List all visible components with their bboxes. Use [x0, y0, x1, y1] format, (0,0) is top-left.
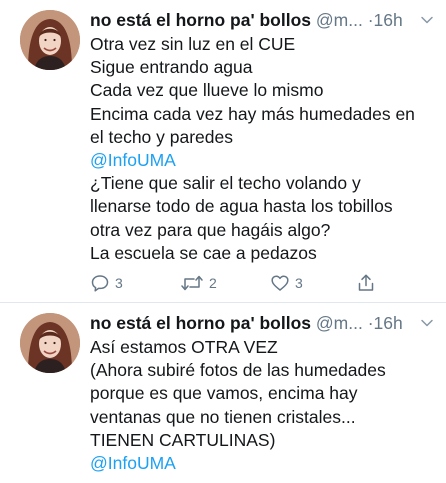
tweet-text: Así estamos OTRA VEZ (Ahora subiré fotos…: [90, 336, 440, 475]
like-count: 3: [295, 275, 303, 291]
author-name[interactable]: no está el horno pa' bollos: [90, 10, 311, 30]
text-line: el techo y paredes: [90, 126, 234, 147]
tweet-text: Otra vez sin luz en el CUE Sigue entrand…: [90, 33, 440, 265]
retweet-count: 2: [209, 275, 217, 291]
text-line: Cada vez que llueve lo mismo: [90, 80, 324, 101]
text-line: ¿Tiene que salir el techo volando y: [90, 173, 361, 194]
text-line: porque es que vamos, encima hay: [90, 383, 358, 404]
avatar[interactable]: [20, 10, 80, 70]
timestamp[interactable]: 16h: [374, 313, 403, 333]
text-line: TIENEN CARTULINAS): [90, 429, 276, 450]
tweet[interactable]: no está el horno pa' bollos @m... ·16h O…: [0, 0, 446, 302]
tweet-header: no está el horno pa' bollos @m... ·16h: [90, 312, 438, 334]
timestamp[interactable]: 16h: [374, 10, 403, 30]
author-name[interactable]: no está el horno pa' bollos: [90, 313, 311, 333]
author-handle[interactable]: @m...: [316, 10, 363, 30]
text-line: Así estamos OTRA VEZ: [90, 337, 278, 357]
reply-count: 3: [115, 275, 123, 291]
chevron-down-icon[interactable]: [420, 13, 434, 27]
tweet-header: no está el horno pa' bollos @m... ·16h: [90, 9, 438, 31]
heart-icon: [271, 275, 289, 291]
text-line: otra vez para que hagáis algo?: [90, 219, 331, 240]
avatar[interactable]: [20, 313, 80, 373]
retweet-icon: [181, 275, 203, 291]
avatar-photo: [20, 313, 80, 373]
like-button[interactable]: 3: [270, 272, 303, 294]
chevron-down-icon[interactable]: [420, 316, 434, 330]
text-line: ventanas que no tienen cristales...: [90, 406, 356, 427]
tweet[interactable]: no está el horno pa' bollos @m... ·16h A…: [0, 303, 446, 483]
mention-link[interactable]: @InfoUMA: [90, 452, 440, 475]
text-line: La escuela se cae a pedazos: [90, 242, 317, 263]
share-button[interactable]: [356, 272, 376, 294]
retweet-button[interactable]: 2: [180, 272, 217, 294]
reply-icon: [91, 275, 109, 292]
text-line: llenarse todo de agua hasta los tobillos: [90, 196, 393, 217]
mention-link[interactable]: @InfoUMA: [90, 149, 440, 172]
tweet-actions: 3 2 3: [90, 272, 440, 294]
reply-button[interactable]: 3: [90, 272, 123, 294]
avatar-photo: [20, 10, 80, 70]
text-line: Sigue entrando agua: [90, 57, 253, 78]
author-handle[interactable]: @m...: [316, 313, 363, 333]
text-line: Encima cada vez hay más humedades en: [90, 103, 415, 124]
share-icon: [358, 274, 374, 291]
text-line: (Ahora subiré fotos de las humedades: [90, 360, 386, 381]
text-line: Otra vez sin luz en el CUE: [90, 34, 296, 54]
